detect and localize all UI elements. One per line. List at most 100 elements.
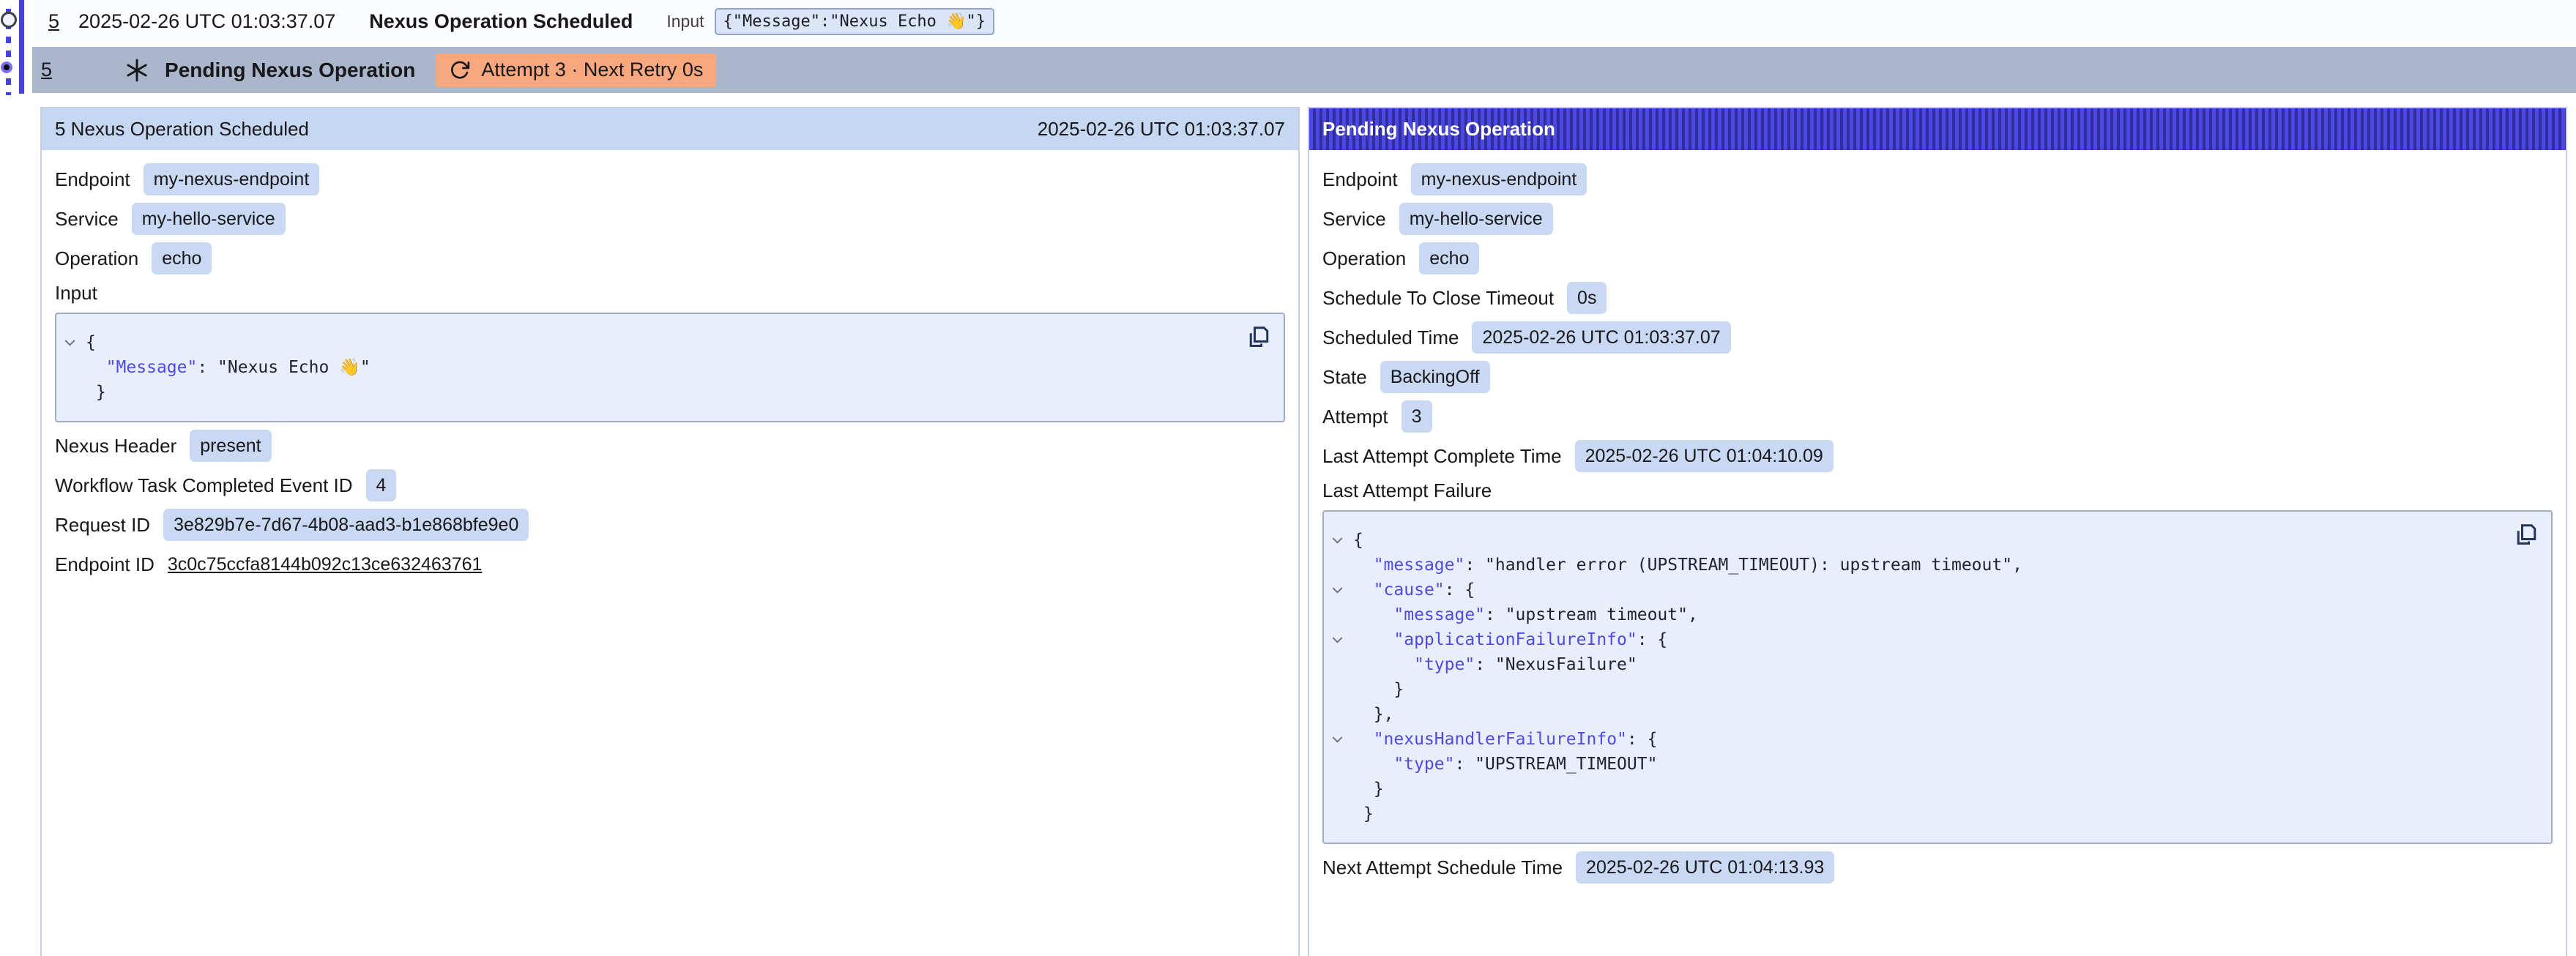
pending-event-id-link[interactable]: 5 — [41, 59, 52, 81]
field-label: State — [1322, 366, 1367, 389]
field-label: Next Attempt Schedule Time — [1322, 856, 1563, 879]
copy-icon[interactable] — [2512, 522, 2539, 551]
json-line: { — [1331, 528, 2500, 553]
field-service: Service my-hello-service — [55, 203, 1285, 235]
field-operation: Operation echo — [55, 242, 1285, 275]
field-value-badge: my-hello-service — [132, 203, 286, 235]
input-json-viewer: { "Message": "Nexus Echo 👋" } — [55, 313, 1285, 422]
event-timestamp: 2025-02-26 UTC 01:03:37.07 — [78, 10, 335, 33]
copy-icon[interactable] — [1244, 324, 1272, 354]
field-value-badge: my-hello-service — [1399, 203, 1553, 235]
event-id-link[interactable]: 5 — [48, 10, 59, 33]
json-line: }, — [1331, 702, 2500, 727]
json-line: } — [1331, 802, 2500, 826]
field-value-badge: 2025-02-26 UTC 01:04:10.09 — [1575, 440, 1834, 472]
field-state: State BackingOff — [1322, 361, 2553, 393]
field-value-badge: echo — [1419, 242, 1479, 275]
field-label: Operation — [55, 247, 138, 270]
field-value-badge: 0s — [1567, 282, 1607, 314]
collapse-chevron-icon[interactable] — [1331, 586, 1353, 594]
retry-icon — [449, 59, 471, 81]
json-line: "message": "handler error (UPSTREAM_TIME… — [1331, 553, 2500, 578]
scheduled-panel-timestamp: 2025-02-26 UTC 01:03:37.07 — [1038, 118, 1285, 141]
field-label: Endpoint — [1322, 168, 1398, 191]
field-operation: Operation echo — [1322, 242, 2553, 275]
timeline-node-current-icon — [1, 61, 12, 73]
field-value-badge: echo — [152, 242, 212, 275]
field-label: Operation — [1322, 247, 1406, 270]
timeline-rail — [0, 0, 32, 102]
field-value-badge: present — [190, 430, 271, 462]
field-label: Service — [55, 208, 119, 231]
json-line: "applicationFailureInfo": { — [1331, 627, 2500, 652]
field-label: Service — [1322, 208, 1386, 231]
json-line: "type": "UPSTREAM_TIMEOUT" — [1331, 752, 2500, 777]
pending-panel-body: Endpoint my-nexus-endpoint Service my-he… — [1309, 150, 2566, 884]
failure-json-viewer: { "message": "handler error (UPSTREAM_TI… — [1322, 510, 2553, 844]
pending-operation-row[interactable]: 5 Pending Nexus Operation Attempt 3 · Ne… — [32, 47, 2576, 93]
field-label: Endpoint — [55, 168, 130, 191]
pending-operation-panel: Pending Nexus Operation Endpoint my-nexu… — [1308, 107, 2567, 956]
failure-section-label: Last Attempt Failure — [1322, 479, 2553, 501]
event-input-label: Input — [666, 12, 704, 31]
field-value-badge: my-nexus-endpoint — [1411, 163, 1587, 195]
field-value-badge: 2025-02-26 UTC 01:03:37.07 — [1472, 321, 1730, 354]
pending-asterisk-icon — [125, 59, 149, 82]
field-label: Last Attempt Complete Time — [1322, 445, 1562, 468]
field-nexus-header: Nexus Header present — [55, 430, 1285, 462]
detail-panels: 5 Nexus Operation Scheduled 2025-02-26 U… — [40, 107, 2567, 956]
field-label: Request ID — [55, 514, 150, 537]
timeline-node-open-icon — [1, 12, 17, 28]
field-value-badge: my-nexus-endpoint — [144, 163, 320, 195]
field-service: Service my-hello-service — [1322, 203, 2553, 235]
field-attempt: Attempt 3 — [1322, 400, 2553, 433]
json-line: "Message": "Nexus Echo 👋" — [64, 355, 1232, 380]
field-label: Endpoint ID — [55, 553, 155, 576]
field-next-attempt-schedule-time: Next Attempt Schedule Time 2025-02-26 UT… — [1322, 851, 2553, 884]
json-line: "nexusHandlerFailureInfo": { — [1331, 727, 2500, 752]
field-schedule-to-close-timeout: Schedule To Close Timeout 0s — [1322, 282, 2553, 314]
field-value-badge: 3 — [1401, 400, 1432, 433]
input-section-label: Input — [55, 282, 1285, 304]
json-line: } — [1331, 677, 2500, 702]
event-input-chip: {"Message":"Nexus Echo 👋"} — [715, 8, 995, 35]
field-label: Attempt — [1322, 406, 1388, 428]
pending-panel-title: Pending Nexus Operation — [1322, 118, 1555, 141]
scheduled-panel-title: 5 Nexus Operation Scheduled — [55, 118, 309, 141]
json-line: } — [64, 380, 1232, 405]
collapse-chevron-icon[interactable] — [1331, 636, 1353, 644]
json-line: "type": "NexusFailure" — [1331, 652, 2500, 677]
field-endpoint-id: Endpoint ID 3c0c75ccfa8144b092c13ce63246… — [55, 548, 1285, 580]
field-scheduled-time: Scheduled Time 2025-02-26 UTC 01:03:37.0… — [1322, 321, 2553, 354]
endpoint-id-link[interactable]: 3c0c75ccfa8144b092c13ce632463761 — [168, 554, 483, 575]
json-line: } — [1331, 777, 2500, 802]
field-last-attempt-complete-time: Last Attempt Complete Time 2025-02-26 UT… — [1322, 440, 2553, 472]
scheduled-panel-header: 5 Nexus Operation Scheduled 2025-02-26 U… — [42, 108, 1298, 150]
field-request-id: Request ID 3e829b7e-7d67-4b08-aad3-b1e86… — [55, 509, 1285, 541]
field-value-badge: 4 — [366, 469, 397, 501]
field-label: Schedule To Close Timeout — [1322, 287, 1554, 310]
state-badge: BackingOff — [1380, 361, 1490, 393]
collapse-chevron-icon[interactable] — [1331, 736, 1353, 744]
pending-panel-header: Pending Nexus Operation — [1309, 108, 2566, 150]
json-line: "message": "upstream timeout", — [1331, 602, 2500, 627]
json-line: "cause": { — [1331, 578, 2500, 602]
field-label: Scheduled Time — [1322, 326, 1459, 349]
field-value-badge: 2025-02-26 UTC 01:04:13.93 — [1576, 851, 1834, 884]
field-label: Workflow Task Completed Event ID — [55, 474, 353, 497]
event-summary-row[interactable]: 5 2025-02-26 UTC 01:03:37.07 Nexus Opera… — [32, 0, 2576, 42]
field-endpoint: Endpoint my-nexus-endpoint — [1322, 163, 2553, 195]
timeline-active-bar — [19, 0, 24, 94]
field-workflow-task-completed-event-id: Workflow Task Completed Event ID 4 — [55, 469, 1285, 501]
event-name: Nexus Operation Scheduled — [369, 10, 633, 33]
scheduled-event-panel: 5 Nexus Operation Scheduled 2025-02-26 U… — [40, 107, 1300, 956]
event-history-screen: 5 2025-02-26 UTC 01:03:37.07 Nexus Opera… — [0, 0, 2576, 956]
collapse-chevron-icon[interactable] — [1331, 537, 1353, 545]
scheduled-panel-body: Endpoint my-nexus-endpoint Service my-he… — [42, 150, 1298, 580]
field-value-badge: 3e829b7e-7d67-4b08-aad3-b1e868bfe9e0 — [163, 509, 529, 541]
json-line: { — [64, 330, 1232, 355]
field-endpoint: Endpoint my-nexus-endpoint — [55, 163, 1285, 195]
collapse-chevron-icon[interactable] — [64, 339, 86, 347]
retry-badge-text: Attempt 3 · Next Retry 0s — [481, 59, 703, 81]
field-label: Nexus Header — [55, 435, 176, 458]
